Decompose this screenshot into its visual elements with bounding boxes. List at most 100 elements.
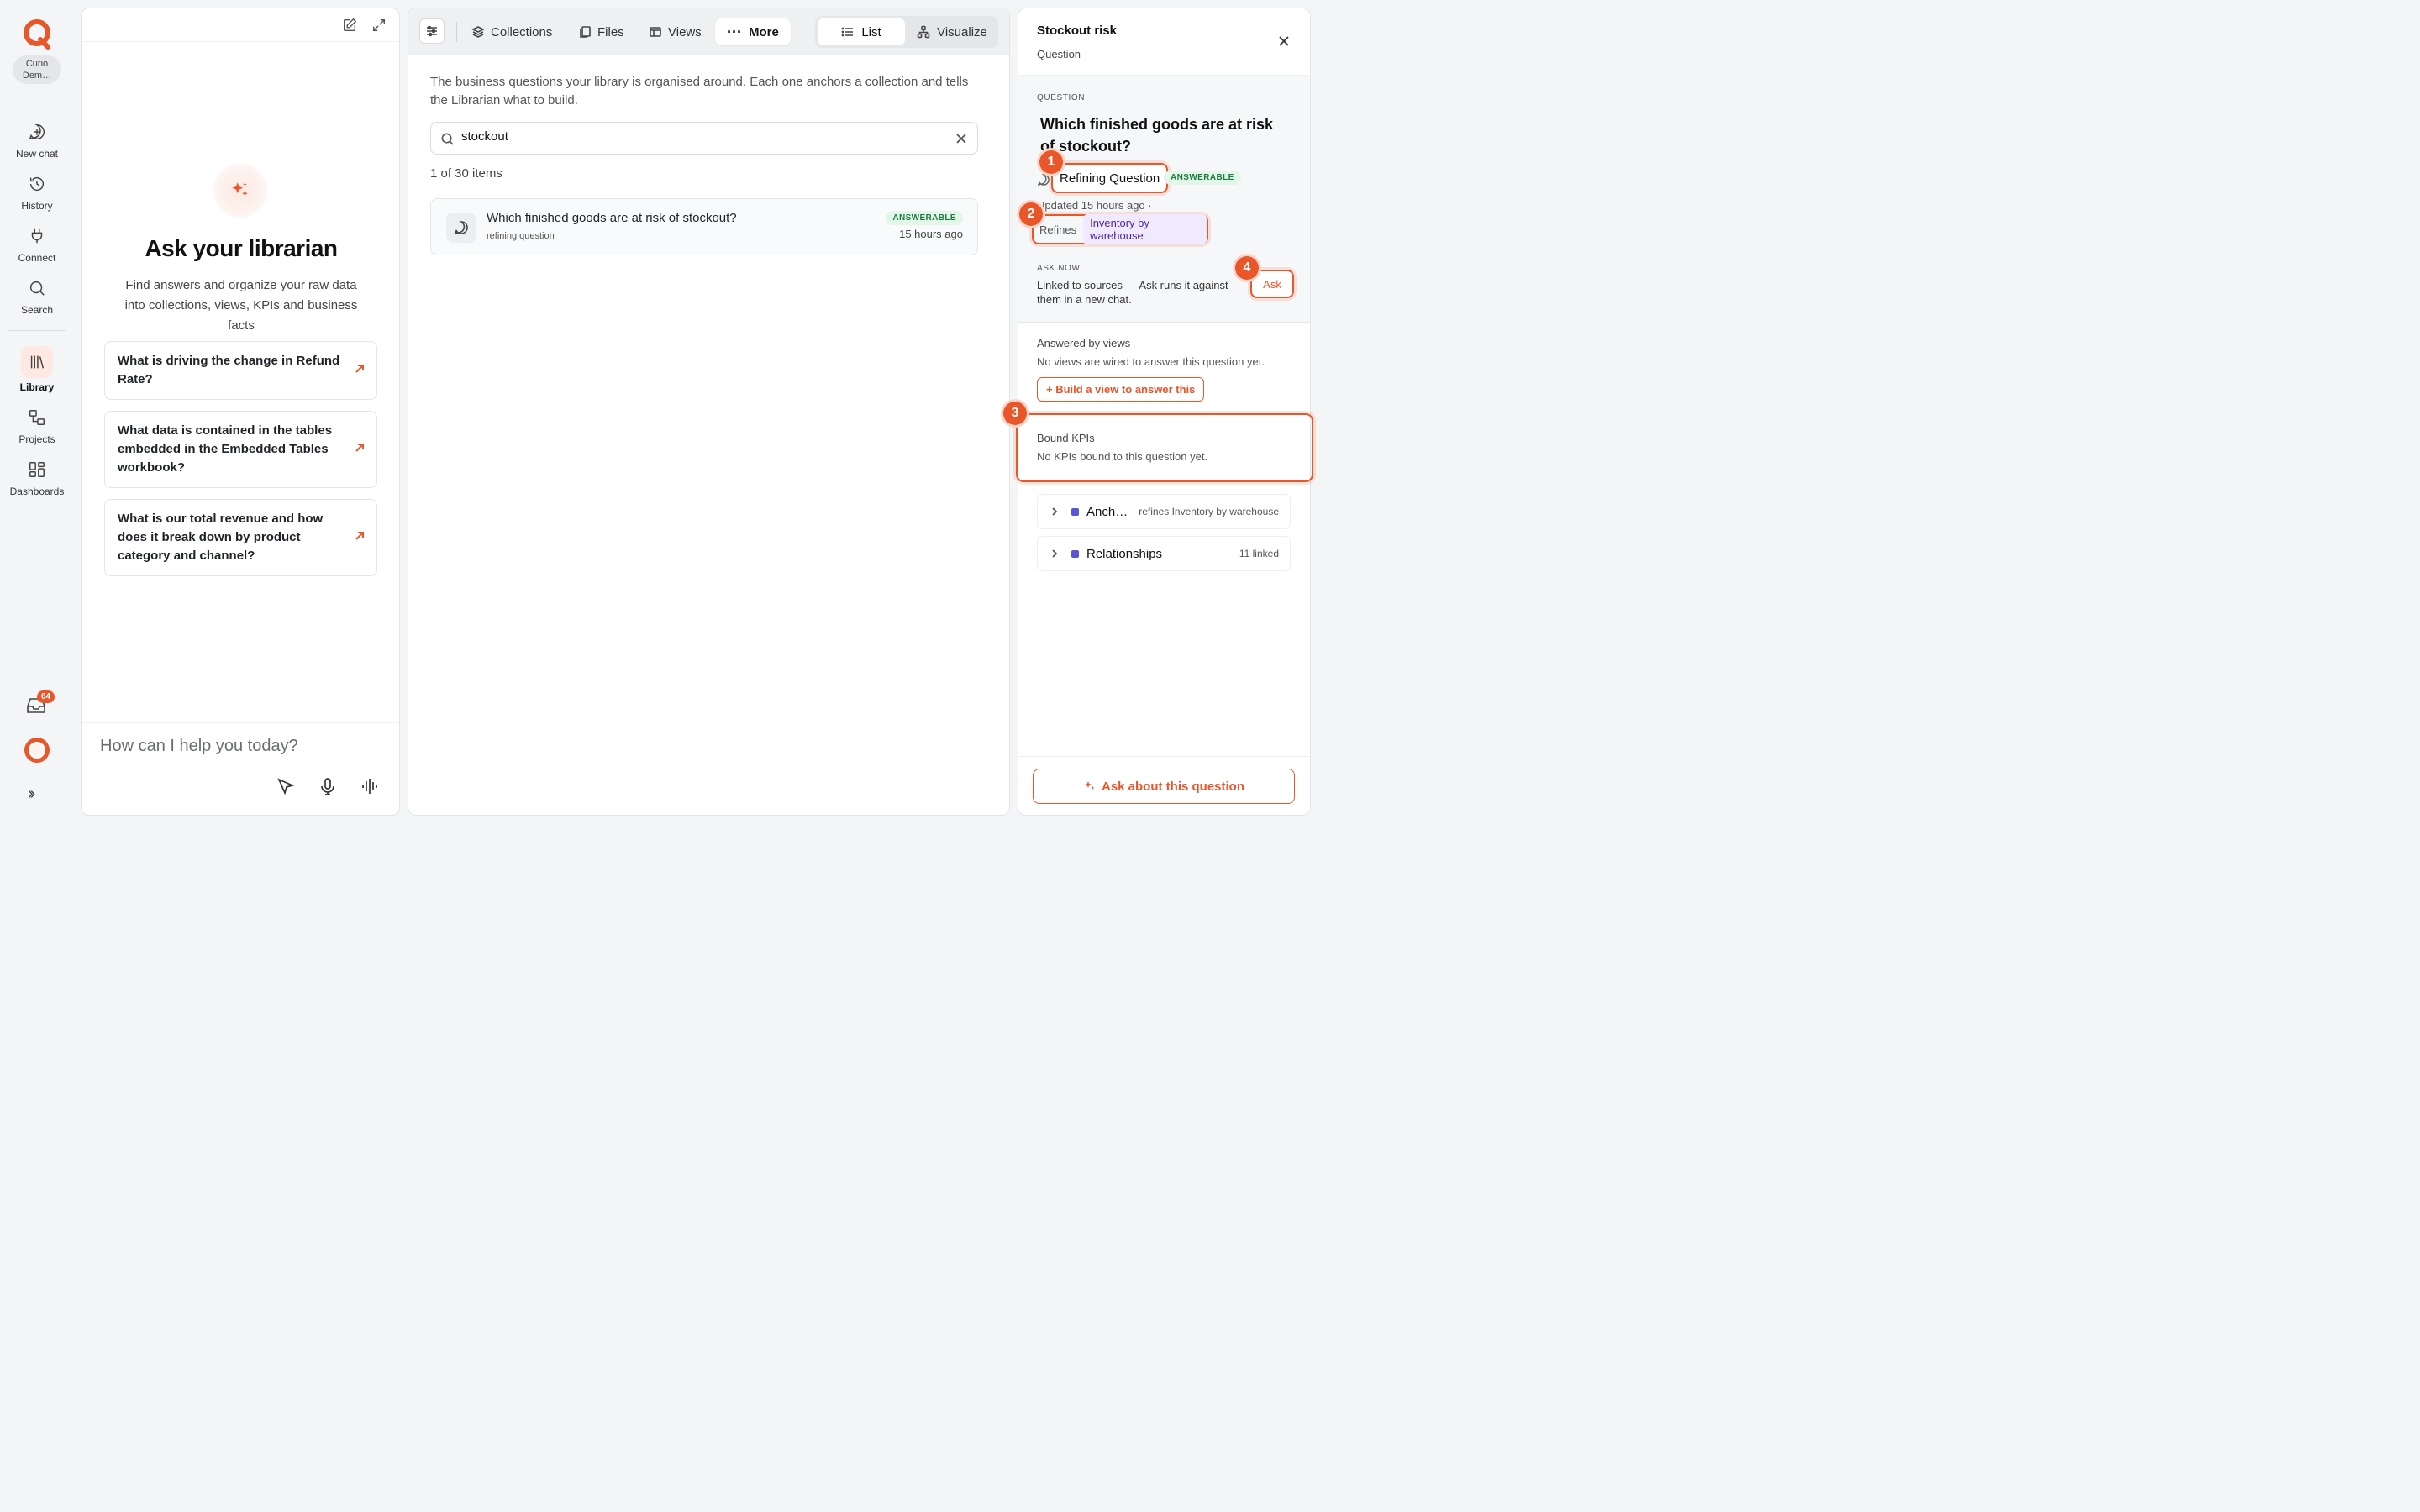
- section-anchors[interactable]: Anch… refines Inventory by warehouse: [1037, 494, 1291, 529]
- rail-label: Library: [19, 381, 55, 393]
- close-icon[interactable]: [1278, 35, 1290, 47]
- tab-views[interactable]: Views: [649, 18, 702, 45]
- rail-item-connect[interactable]: Connect: [0, 220, 74, 264]
- avatar-face-icon: [29, 742, 45, 759]
- suggestion-card[interactable]: What is driving the change in Refund Rat…: [104, 341, 377, 400]
- send-icon[interactable]: [276, 777, 295, 795]
- rail-label: Search: [20, 304, 54, 316]
- filter-button[interactable]: [419, 18, 445, 44]
- files-icon: [580, 26, 591, 38]
- dashboard-icon: [29, 462, 45, 477]
- sparkle-icon: [232, 182, 248, 197]
- rail-item-search[interactable]: Search: [0, 272, 74, 316]
- library-search-input[interactable]: [461, 129, 949, 144]
- view-mode-visualize[interactable]: Visualize: [908, 18, 996, 45]
- rail-item-history[interactable]: History: [0, 168, 74, 212]
- question-text: Which finished goods are at risk of stoc…: [1040, 116, 1274, 155]
- rail-item-library[interactable]: Library: [0, 346, 74, 393]
- clear-search-icon[interactable]: [955, 133, 967, 144]
- refines-target-chip[interactable]: Inventory by warehouse: [1083, 214, 1207, 244]
- sliders-icon: [427, 25, 437, 37]
- chevron-right-icon: [1052, 507, 1058, 516]
- library-search: [430, 122, 978, 155]
- avatar[interactable]: [24, 738, 50, 763]
- expand-rail-icon[interactable]: ››: [28, 785, 36, 804]
- question-caption: QUESTION: [1037, 93, 1086, 102]
- tab-more[interactable]: ··· More: [715, 18, 791, 45]
- detail-panel: Stockout risk Question QUESTION Which fi…: [1016, 8, 1313, 816]
- answered-by-views-note: No views are wired to answer this questi…: [1037, 355, 1265, 368]
- app-logo-icon[interactable]: [20, 17, 54, 50]
- answered-by-views-label: Answered by views: [1037, 337, 1131, 349]
- rail-item-dashboards[interactable]: Dashboards: [0, 454, 74, 497]
- org-switcher[interactable]: Curio Dem…: [13, 55, 61, 84]
- refines-row: Refines Inventory by warehouse: [1032, 214, 1208, 244]
- search-icon: [441, 133, 454, 145]
- search-icon: [29, 281, 45, 296]
- rail-item-projects[interactable]: Projects: [0, 402, 74, 445]
- rail-label: Projects: [18, 433, 55, 445]
- chat-panel: Ask your librarian Find answers and orga…: [81, 8, 400, 816]
- chat-input[interactable]: [100, 737, 377, 756]
- detail-kind: Question: [1037, 48, 1081, 60]
- tab-files[interactable]: Files: [578, 18, 624, 45]
- section-meta: 11 linked: [1239, 548, 1279, 559]
- sparkle-icon: [1084, 781, 1095, 790]
- build-view-button[interactable]: + Build a view to answer this: [1037, 377, 1205, 402]
- library-icon: [30, 355, 45, 369]
- refines-label: Refines: [1039, 223, 1077, 236]
- suggestion-card[interactable]: What is our total revenue and how does i…: [104, 499, 377, 576]
- list-item[interactable]: Which finished goods are at risk of stoc…: [430, 198, 978, 255]
- ask-about-label: Ask about this question: [1101, 779, 1244, 794]
- sparkle-badge: [213, 164, 267, 218]
- view-mode-list[interactable]: List: [818, 18, 905, 45]
- microphone-icon[interactable]: [318, 777, 337, 795]
- ellipsis-icon: ···: [727, 24, 742, 40]
- arrow-up-right-icon: [355, 365, 364, 373]
- suggestion-text: What data is contained in the tables emb…: [118, 423, 333, 475]
- inbox-button[interactable]: 64: [25, 690, 55, 720]
- rail-item-new-chat[interactable]: New chat: [0, 116, 74, 160]
- section-relationships[interactable]: Relationships 11 linked: [1037, 536, 1291, 571]
- chat-subtitle: Find answers and organize your raw data …: [124, 278, 358, 333]
- suggestion-text: What is our total revenue and how does i…: [118, 512, 324, 563]
- ask-now-text: Linked to sources — Ask runs it against …: [1037, 279, 1228, 306]
- question-icon: [446, 213, 476, 243]
- edit-icon[interactable]: [342, 18, 357, 33]
- detail-title: Stockout risk: [1037, 24, 1118, 38]
- rail-label: New chat: [15, 148, 59, 160]
- section-meta: refines Inventory by warehouse: [1139, 506, 1279, 517]
- library-toolbar: Collections Files Views ··· More List Vi…: [408, 8, 1009, 55]
- annotation-marker-3: 3: [1003, 402, 1027, 425]
- list-item-title: Which finished goods are at risk of stoc…: [487, 211, 737, 225]
- chat-toolbar: [82, 8, 399, 42]
- annotation-marker-1: 1: [1039, 150, 1063, 174]
- suggestion-card[interactable]: What data is contained in the tables emb…: [104, 411, 377, 488]
- arrow-up-right-icon: [355, 532, 364, 540]
- tab-collections[interactable]: Collections: [471, 18, 552, 45]
- tab-label: Collections: [491, 24, 553, 39]
- plug-icon: [31, 228, 43, 244]
- question-type-label[interactable]: Refining Question: [1051, 163, 1169, 193]
- detail-footer: Ask about this question: [1018, 756, 1310, 815]
- voice-wave-icon[interactable]: [360, 777, 379, 795]
- fullscreen-icon[interactable]: [371, 18, 387, 33]
- ask-about-question-button[interactable]: Ask about this question: [1033, 769, 1295, 804]
- chevron-right-icon: [1052, 549, 1058, 558]
- bound-kpis-note: No KPIs bound to this question yet.: [1037, 450, 1208, 463]
- rail-divider: [8, 330, 66, 331]
- question-section: QUESTION Which finished goods are at ris…: [1018, 76, 1310, 323]
- tab-label: Views: [668, 24, 702, 39]
- view-mode-label: Visualize: [937, 24, 987, 39]
- status-badge: ANSWERABLE: [886, 211, 963, 225]
- inbox-count-badge: 64: [37, 690, 55, 703]
- chat-bubble-icon: [1037, 174, 1050, 186]
- annotation-marker-4: 4: [1235, 256, 1259, 280]
- annotation-marker-2: 2: [1019, 202, 1043, 226]
- ask-now-caption: ASK NOW: [1037, 264, 1081, 273]
- tab-label: More: [748, 24, 779, 39]
- arrow-up-right-icon: [355, 444, 364, 452]
- section-name: Relationships: [1086, 546, 1163, 561]
- chat-heading: Ask your librarian: [145, 235, 338, 261]
- result-count: 1 of 30 items: [430, 166, 502, 181]
